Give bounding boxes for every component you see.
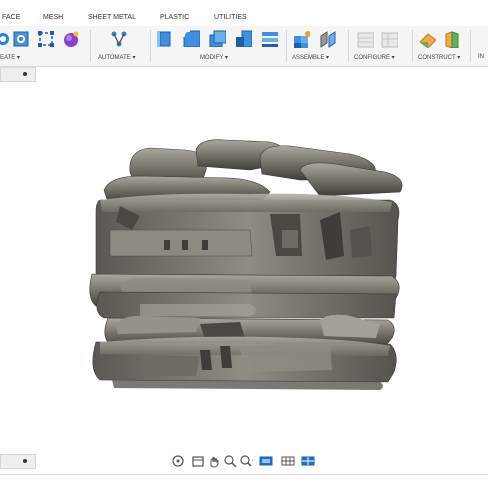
look-at-icon[interactable] [191,454,205,468]
configure-label[interactable]: CONFIGURE ▾ [354,54,395,61]
grid-icon[interactable] [281,454,295,468]
ribbon-toolbar: EATE ▾ AUTOMATE ▾ MODIFY ▾ ASSEMBLE ▾ CO… [0,26,488,67]
configure-group: CONFIGURE ▾ [350,26,410,66]
tab-utilities[interactable]: UTILITIES [214,14,247,21]
assemble-group: ASSEMBLE ▾ [288,26,346,66]
form-icon[interactable] [62,30,80,48]
automate-label[interactable]: AUTOMATE ▾ [98,54,135,61]
modify-label[interactable]: MODIFY ▾ [200,54,228,61]
sketch-icon[interactable] [0,30,12,48]
inspect-group: IN [474,26,488,66]
separator [90,30,91,62]
browser-toggle-bottom[interactable] [0,454,36,469]
pan-icon[interactable] [207,454,221,468]
zoom-icon[interactable] [223,454,237,468]
fit-point-spline-icon[interactable] [37,30,55,48]
lattice-model[interactable] [89,139,403,390]
new-component-icon[interactable] [292,30,310,48]
separator [470,30,471,62]
inspect-label[interactable]: IN [478,54,484,60]
tab-sheet-metal[interactable]: SHEET METAL [88,14,136,21]
automate-group: AUTOMATE ▾ [92,26,148,66]
midplane-icon[interactable] [442,30,460,48]
model-viewport[interactable] [0,80,488,450]
configure-table-icon[interactable] [356,30,374,48]
ribbon-tabs: FACE MESH SHEET METAL PLASTIC UTILITIES [0,12,488,26]
assemble-label[interactable]: ASSEMBLE ▾ [292,54,329,61]
move-copy-icon[interactable] [260,29,278,47]
tab-surface[interactable]: FACE [2,14,20,21]
separator [348,30,349,62]
separator [286,30,287,62]
offset-plane-icon[interactable] [418,30,436,48]
construct-group: CONSTRUCT ▾ [414,26,468,66]
separator [412,30,413,62]
project-icon[interactable] [12,30,30,48]
construct-label[interactable]: CONSTRUCT ▾ [418,54,460,61]
joint-icon[interactable] [318,30,336,48]
navigation-bar [171,454,317,468]
create-group: EATE ▾ [0,26,86,66]
configure-rule-icon[interactable] [380,30,398,48]
title-band [0,0,488,12]
fit-icon[interactable] [239,454,253,468]
combine-icon[interactable] [234,29,252,47]
separator [150,30,151,62]
tab-mesh[interactable]: MESH [43,14,63,21]
viewports-icon[interactable] [301,454,315,468]
fillet-icon[interactable] [182,29,200,47]
display-settings-icon[interactable] [259,454,273,468]
collapse-dot-icon [23,459,27,463]
collapse-dot-icon [23,72,27,76]
status-divider [0,474,488,475]
press-pull-icon[interactable] [156,29,174,47]
shell-icon[interactable] [208,29,226,47]
orbit-icon[interactable] [171,454,185,468]
create-label[interactable]: EATE ▾ [0,54,20,61]
automate-icon[interactable] [110,30,128,48]
tab-plastic[interactable]: PLASTIC [160,14,189,21]
modify-group: MODIFY ▾ [152,26,282,66]
